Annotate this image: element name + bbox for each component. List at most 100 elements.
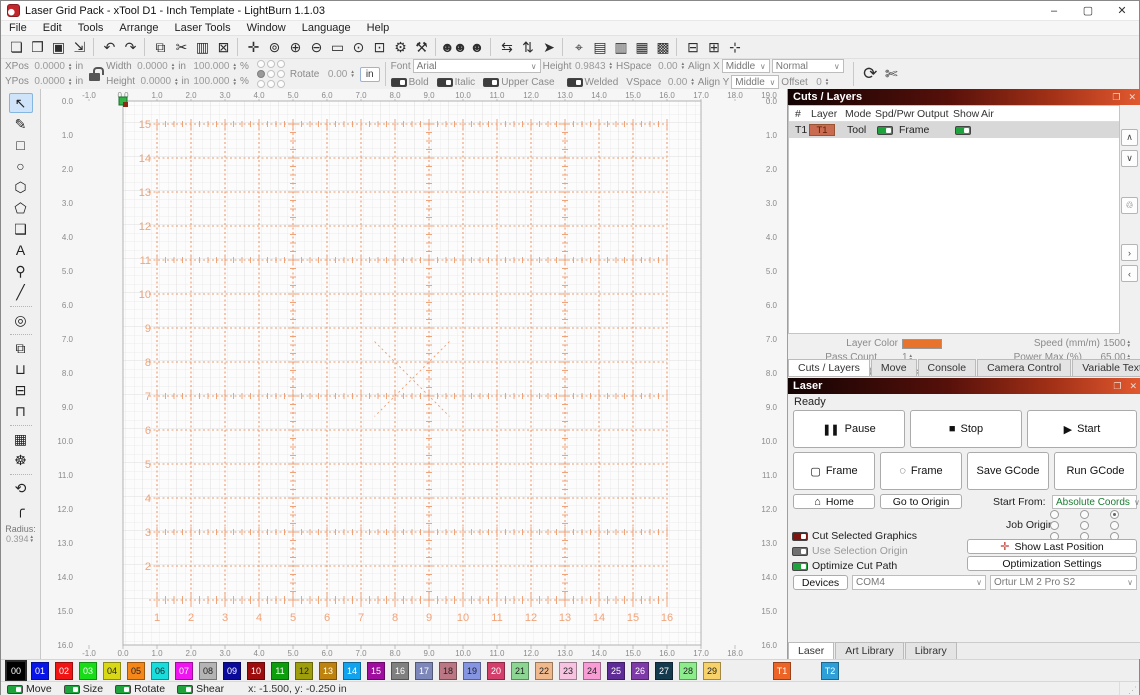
offset-tool[interactable]: ◎	[9, 310, 33, 330]
settings-icon[interactable]: ⚙	[389, 37, 410, 58]
union-tool[interactable]: ⊔	[9, 359, 33, 379]
align-y-combo[interactable]: Middle∨	[731, 75, 779, 89]
palette-swatch-01[interactable]: 01	[31, 662, 49, 680]
close-panel-icon[interactable]: ✕	[1128, 92, 1136, 103]
goto-origin-button[interactable]: Go to Origin	[880, 494, 962, 509]
zoom-drag-icon[interactable]: ⊚	[263, 37, 284, 58]
camera-icon[interactable]: ⊙	[347, 37, 368, 58]
palette-swatch-02[interactable]: 02	[55, 662, 73, 680]
draw-tool[interactable]: ✎	[9, 114, 33, 134]
ellipse-tool[interactable]: ○	[9, 156, 33, 176]
tab-camera-control[interactable]: Camera Control	[977, 359, 1071, 376]
frame-rect-button[interactable]: ▢Frame	[793, 452, 875, 490]
layer-show-toggle[interactable]	[955, 126, 971, 135]
tab-variable-text[interactable]: Variable Text	[1072, 359, 1140, 376]
use-selection-origin-toggle[interactable]	[792, 547, 808, 556]
center-sel-icon[interactable]: ⊞	[702, 37, 723, 58]
pentagon-tool[interactable]: ⬠	[9, 198, 33, 218]
print-cut-icon[interactable]: ✄	[880, 64, 901, 85]
menu-laser-tools[interactable]: Laser Tools	[167, 22, 239, 34]
palette-swatch-09[interactable]: 09	[223, 662, 241, 680]
circle-array-tool[interactable]: ☸	[9, 450, 33, 470]
show-last-position-button[interactable]: ✛Show Last Position	[967, 539, 1137, 554]
subtract-tool[interactable]: ⊟	[9, 380, 33, 400]
last-pos-icon[interactable]: ⊹	[723, 37, 744, 58]
layer-row[interactable]: T1 T1 Tool Frame	[789, 122, 1119, 138]
rotate-spinner[interactable]: ▲▼	[350, 70, 354, 78]
cut-selected-toggle[interactable]	[792, 532, 808, 541]
align-h-icon[interactable]: ▤	[588, 37, 609, 58]
tab-move[interactable]: Move	[871, 359, 917, 376]
job-origin-radio-1-0[interactable]	[1050, 521, 1059, 530]
speed-spinner[interactable]: ▲▼	[1127, 340, 1131, 348]
text-height-spinner[interactable]: ▲▼	[609, 62, 613, 70]
font-combo[interactable]: Arial∨	[413, 59, 541, 73]
menu-tools[interactable]: Tools	[70, 22, 112, 34]
home-button[interactable]: ⌂Home	[793, 494, 875, 509]
move-layer-down-button[interactable]: ∨	[1121, 150, 1138, 167]
lock-aspect-icon[interactable]	[89, 73, 100, 81]
delete-icon[interactable]: ⊠	[212, 37, 233, 58]
palette-swatch-08[interactable]: 08	[199, 662, 217, 680]
device-tools-icon[interactable]: ⚒	[410, 37, 431, 58]
pan-icon[interactable]: ✛	[242, 37, 263, 58]
palette-swatch-22[interactable]: 22	[535, 662, 553, 680]
ypos-field[interactable]: 0.0000	[31, 76, 65, 87]
move-laser-icon[interactable]: ⊟	[681, 37, 702, 58]
job-origin-radio-1-2[interactable]	[1110, 521, 1119, 530]
zoom-out-icon[interactable]: ⊖	[305, 37, 326, 58]
rotary-setup-icon[interactable]: ⟳	[859, 64, 880, 85]
palette-swatch-12[interactable]: 12	[295, 662, 313, 680]
width-percent-field[interactable]: 100.000	[193, 61, 229, 72]
port-combo[interactable]: COM4∨	[852, 575, 986, 590]
job-origin-radio-0-2[interactable]	[1110, 510, 1119, 519]
weld-tool[interactable]: ⧉	[9, 338, 33, 358]
width-spinner[interactable]: ▲▼	[171, 63, 175, 71]
units-button[interactable]: in	[360, 67, 380, 82]
column-header-show[interactable]: Show	[953, 108, 979, 120]
menu-help[interactable]: Help	[359, 22, 398, 34]
zoom-in-icon[interactable]: ⊕	[284, 37, 305, 58]
palette-swatch-10[interactable]: 10	[247, 662, 265, 680]
status-toggle-size[interactable]: Size	[64, 683, 103, 695]
palette-swatch-17[interactable]: 17	[415, 662, 433, 680]
optimization-settings-button[interactable]: Optimization Settings	[967, 556, 1137, 571]
new-file-icon[interactable]: ❏	[5, 37, 26, 58]
hspace-spinner[interactable]: ▲▼	[681, 62, 685, 70]
job-origin-radio-1-1[interactable]	[1080, 521, 1089, 530]
palette-swatch-07[interactable]: 07	[175, 662, 193, 680]
send-icon[interactable]: ➤	[537, 37, 558, 58]
run-gcode-button[interactable]: Run GCode	[1054, 452, 1137, 490]
device-combo[interactable]: Ortur LM 2 Pro S2∨	[990, 575, 1137, 590]
menu-file[interactable]: File	[1, 22, 35, 34]
flip-h-icon[interactable]: ⇆	[495, 37, 516, 58]
palette-swatch-21[interactable]: 21	[511, 662, 529, 680]
column-header-mode[interactable]: Mode	[845, 108, 871, 120]
column-header-output[interactable]: Output	[917, 108, 949, 120]
status-toggle-shear[interactable]: Shear	[177, 683, 224, 695]
frame-circle-button[interactable]: ◌Frame	[880, 452, 962, 490]
copy-icon[interactable]: ⧉	[149, 37, 170, 58]
save-file-icon[interactable]: ▣	[47, 37, 68, 58]
height-percent-spinner[interactable]: ▲▼	[233, 78, 237, 86]
palette-swatch-18[interactable]: 18	[439, 662, 457, 680]
redo-icon[interactable]: ↷	[119, 37, 140, 58]
palette-swatch-15[interactable]: 15	[367, 662, 385, 680]
palette-swatch-25[interactable]: 25	[607, 662, 625, 680]
palette-swatch-06[interactable]: 06	[151, 662, 169, 680]
status-toggle-rotate[interactable]: Rotate	[115, 683, 165, 695]
offset-field[interactable]: 0	[810, 77, 822, 88]
height-spinner[interactable]: ▲▼	[174, 78, 178, 86]
select-tool[interactable]: ↖	[9, 93, 33, 113]
optimize-cut-path-toggle[interactable]	[792, 562, 808, 571]
palette-swatch-28[interactable]: 28	[679, 662, 697, 680]
maximize-button[interactable]: ▢	[1071, 1, 1105, 20]
text-height-field[interactable]: 0.9843	[574, 61, 606, 72]
float-panel-icon[interactable]: ❐	[1113, 381, 1121, 392]
node-tool[interactable]: ❑	[9, 219, 33, 239]
palette-swatch-23[interactable]: 23	[559, 662, 577, 680]
palette-swatch-24[interactable]: 24	[583, 662, 601, 680]
open-file-icon[interactable]: ❒	[26, 37, 47, 58]
radius-spinner[interactable]: ▲▼	[30, 535, 34, 543]
offset-spinner[interactable]: ▲▼	[825, 78, 829, 86]
